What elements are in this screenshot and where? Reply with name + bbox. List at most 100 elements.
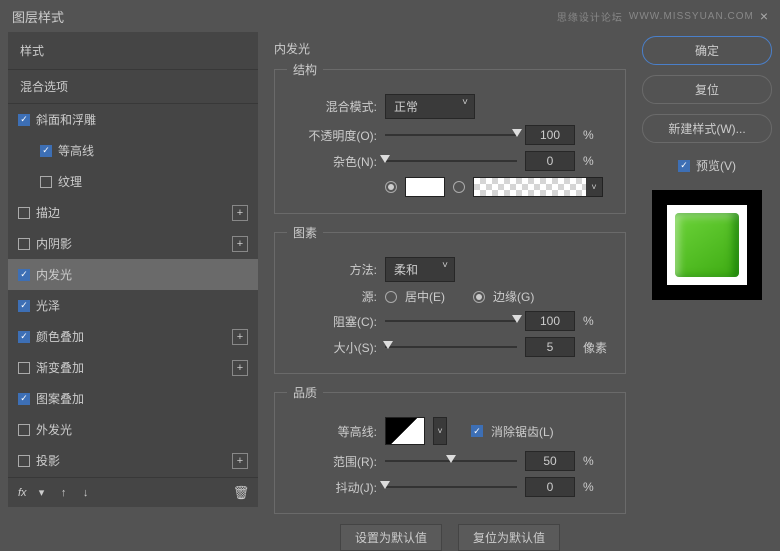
add-effect-icon[interactable]: + (232, 236, 248, 252)
blending-options[interactable]: 混合选项 (8, 70, 258, 104)
style-label: 描边 (36, 204, 60, 221)
elements-legend: 图素 (287, 224, 323, 241)
new-style-button[interactable]: 新建样式(W)... (642, 114, 772, 143)
range-label: 范围(R): (287, 453, 377, 470)
style-item-9[interactable]: ✓ 图案叠加 (8, 383, 258, 414)
style-checkbox[interactable] (18, 207, 30, 219)
style-checkbox[interactable] (18, 238, 30, 250)
size-unit: 像素 (583, 339, 613, 356)
style-item-11[interactable]: 投影+ (8, 445, 258, 476)
blend-mode-dropdown[interactable]: 正常 (385, 94, 475, 119)
opacity-input[interactable]: 100 (525, 125, 575, 145)
style-checkbox[interactable]: ✓ (18, 269, 30, 281)
choke-unit: % (583, 314, 613, 328)
add-effect-icon[interactable]: + (232, 205, 248, 221)
style-item-4[interactable]: 内阴影 + (8, 228, 258, 259)
settings-panel: 内发光 结构 混合模式: 正常 不透明度(O): 100 % 杂色(N): 0 … (266, 32, 634, 507)
style-label: 光泽 (36, 297, 60, 314)
noise-unit: % (583, 154, 613, 168)
jitter-slider[interactable] (385, 479, 517, 495)
style-checkbox[interactable]: ✓ (18, 114, 30, 126)
antialias-label: 消除锯齿(L) (491, 423, 554, 440)
watermark-forum: 思缘设计论坛 (557, 9, 623, 24)
style-item-10[interactable]: 外发光 (8, 414, 258, 445)
add-effect-icon[interactable]: + (232, 360, 248, 376)
size-slider[interactable] (385, 339, 517, 355)
contour-dropdown-icon[interactable]: ˅ (433, 417, 447, 445)
structure-group: 结构 混合模式: 正常 不透明度(O): 100 % 杂色(N): 0 % (274, 61, 626, 214)
noise-label: 杂色(N): (287, 153, 377, 170)
technique-dropdown[interactable]: 柔和 (385, 257, 455, 282)
gradient-swatch[interactable]: ˅ (473, 177, 603, 197)
cancel-button[interactable]: 复位 (642, 75, 772, 104)
style-item-6[interactable]: ✓ 光泽 (8, 290, 258, 321)
arrow-down-icon[interactable]: ↓ (79, 486, 93, 500)
gradient-radio[interactable] (453, 181, 465, 193)
add-effect-icon[interactable]: + (232, 453, 248, 469)
style-item-2[interactable]: 纹理 (8, 166, 258, 197)
style-checkbox[interactable] (18, 424, 30, 436)
source-label: 源: (287, 288, 377, 305)
range-input[interactable]: 50 (525, 451, 575, 471)
preview-box (652, 190, 762, 300)
quality-legend: 品质 (287, 384, 323, 401)
style-checkbox[interactable]: ✓ (18, 393, 30, 405)
ok-button[interactable]: 确定 (642, 36, 772, 65)
style-checkbox[interactable]: ✓ (18, 331, 30, 343)
opacity-slider[interactable] (385, 127, 517, 143)
contour-swatch[interactable] (385, 417, 425, 445)
gradient-dropdown-icon[interactable]: ˅ (586, 178, 602, 196)
source-center-radio[interactable] (385, 291, 397, 303)
style-checkbox[interactable] (40, 176, 52, 188)
style-item-3[interactable]: 描边 + (8, 197, 258, 228)
choke-input[interactable]: 100 (525, 311, 575, 331)
style-checkbox[interactable]: ✓ (40, 145, 52, 157)
style-item-7[interactable]: ✓ 颜色叠加 + (8, 321, 258, 352)
style-label: 纹理 (58, 173, 82, 190)
style-item-8[interactable]: 渐变叠加+ (8, 352, 258, 383)
jitter-input[interactable]: 0 (525, 477, 575, 497)
contour-label: 等高线: (287, 423, 377, 440)
opacity-label: 不透明度(O): (287, 127, 377, 144)
preview-label: 预览(V) (696, 157, 736, 174)
blend-mode-label: 混合模式: (287, 98, 377, 115)
make-default-button[interactable]: 设置为默认值 (340, 524, 442, 551)
style-item-1[interactable]: ✓ 等高线 (8, 135, 258, 166)
style-checkbox[interactable] (18, 362, 30, 374)
style-checkbox[interactable] (18, 455, 30, 467)
source-center-label: 居中(E) (405, 288, 445, 305)
technique-label: 方法: (287, 261, 377, 278)
close-icon[interactable]: × (760, 8, 768, 24)
color-radio[interactable] (385, 181, 397, 193)
style-item-5[interactable]: ✓内发光 (8, 259, 258, 290)
dialog-title: 图层样式 (12, 7, 64, 26)
style-checkbox[interactable]: ✓ (18, 300, 30, 312)
style-label: 内阴影 (36, 235, 72, 252)
choke-slider[interactable] (385, 313, 517, 329)
reset-default-button[interactable]: 复位为默认值 (458, 524, 560, 551)
noise-input[interactable]: 0 (525, 151, 575, 171)
fx-icon[interactable]: fx (18, 487, 27, 499)
arrow-up-icon[interactable]: ↑ (57, 486, 71, 500)
jitter-label: 抖动(J): (287, 479, 377, 496)
range-slider[interactable] (385, 453, 517, 469)
style-label: 外发光 (36, 421, 72, 438)
style-item-0[interactable]: ✓斜面和浮雕 (8, 104, 258, 135)
trash-icon[interactable]: 🗑 (234, 486, 248, 500)
choke-label: 阻塞(C): (287, 313, 377, 330)
antialias-checkbox[interactable]: ✓ (471, 425, 483, 437)
style-label: 图案叠加 (36, 390, 84, 407)
range-unit: % (583, 454, 613, 468)
add-effect-icon[interactable]: + (232, 329, 248, 345)
source-edge-radio[interactable] (473, 291, 485, 303)
opacity-unit: % (583, 128, 613, 142)
quality-group: 品质 等高线: ˅ ✓ 消除锯齿(L) 范围(R): 50 % 抖动(J): 0… (274, 384, 626, 514)
preview-checkbox[interactable]: ✓ (678, 160, 690, 172)
size-input[interactable]: 5 (525, 337, 575, 357)
noise-slider[interactable] (385, 153, 517, 169)
style-label: 等高线 (58, 142, 94, 159)
source-edge-label: 边缘(G) (493, 288, 534, 305)
color-swatch[interactable] (405, 177, 445, 197)
fx-menu-icon[interactable]: ▾ (35, 486, 49, 500)
style-label: 颜色叠加 (36, 328, 84, 345)
